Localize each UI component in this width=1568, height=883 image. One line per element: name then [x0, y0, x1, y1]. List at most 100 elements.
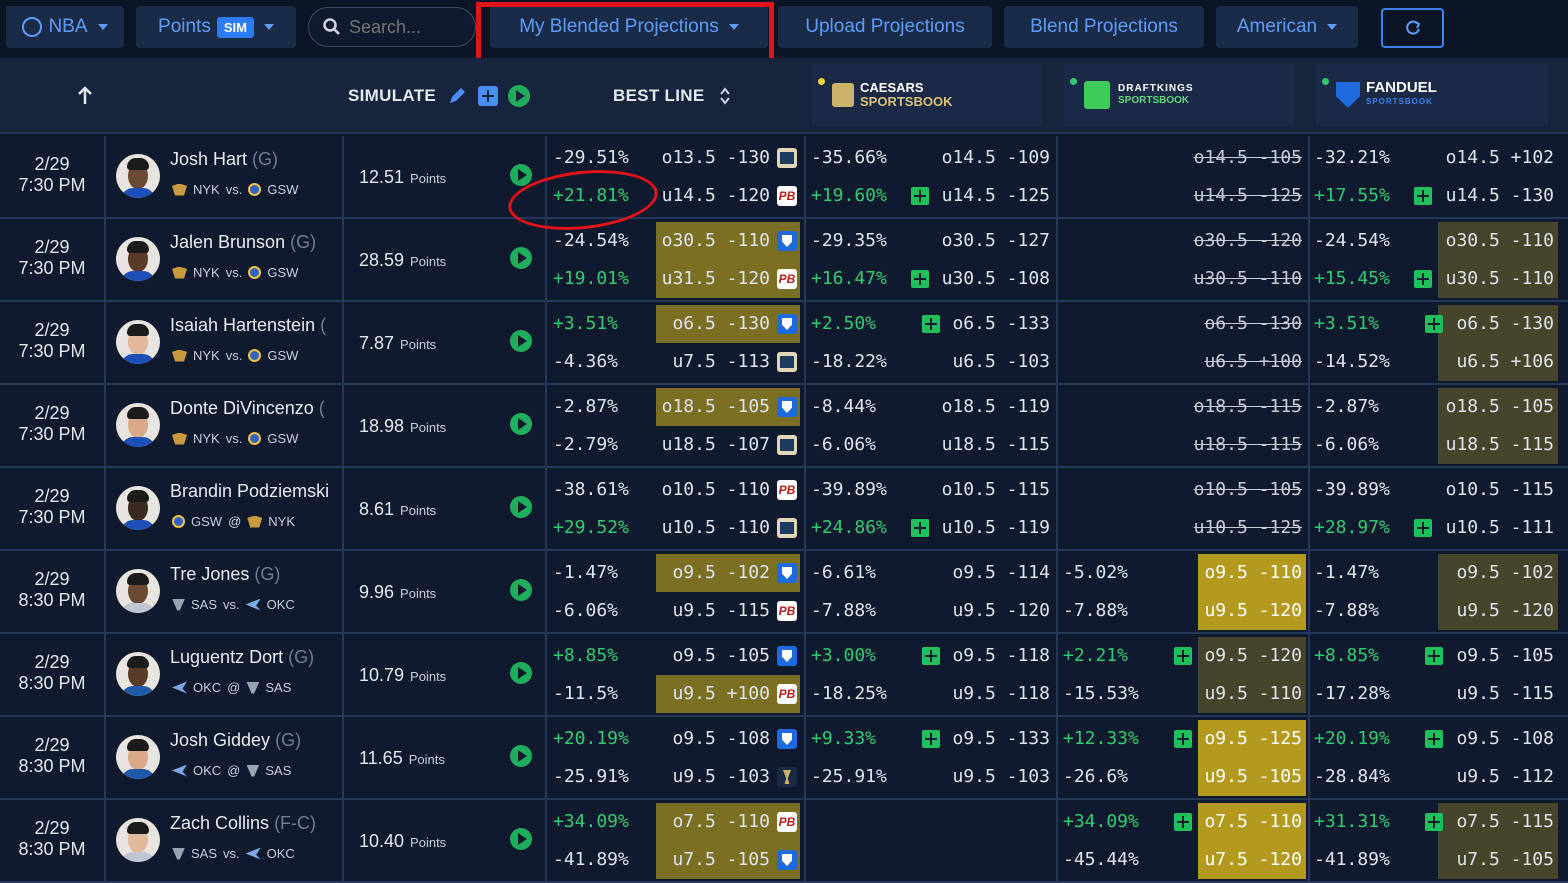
best-under-line[interactable]: u9.5 +100: [620, 675, 770, 713]
fd-over-line[interactable]: o10.5 -115: [1408, 471, 1554, 509]
add-bet-icon[interactable]: [1425, 813, 1443, 831]
play-icon[interactable]: [510, 247, 532, 269]
best-under-edge[interactable]: -2.79%: [553, 426, 618, 464]
fd-over-edge[interactable]: +3.51%: [1314, 305, 1379, 343]
cz-under-edge[interactable]: +19.60%: [811, 177, 887, 215]
cz-under-line[interactable]: u9.5 -103: [900, 758, 1050, 796]
best-under-edge[interactable]: +29.52%: [553, 509, 629, 547]
odds-format-dropdown[interactable]: American: [1216, 6, 1358, 48]
cz-over-edge[interactable]: +3.00%: [811, 637, 876, 675]
dk-under-edge[interactable]: -26.6%: [1063, 758, 1128, 796]
best-over-line[interactable]: o30.5 -110: [620, 222, 770, 260]
fd-under-edge[interactable]: -28.84%: [1314, 758, 1390, 796]
dk-under-line[interactable]: u10.5 -125: [1156, 509, 1302, 547]
fd-under-edge[interactable]: +15.45%: [1314, 260, 1390, 298]
cz-under-line[interactable]: u9.5 -120: [900, 592, 1050, 630]
best-over-line[interactable]: o18.5 -105: [620, 388, 770, 426]
dk-over-edge[interactable]: +34.09%: [1063, 803, 1139, 841]
cz-over-edge[interactable]: -6.61%: [811, 554, 876, 592]
cz-under-line[interactable]: u18.5 -115: [900, 426, 1050, 464]
player-name[interactable]: Isaiah Hartenstein (: [170, 315, 326, 336]
fd-over-edge[interactable]: -24.54%: [1314, 222, 1390, 260]
dk-under-edge[interactable]: -7.88%: [1063, 592, 1128, 630]
dk-over-line[interactable]: o30.5 -120: [1156, 222, 1302, 260]
fd-under-edge[interactable]: -41.89%: [1314, 841, 1390, 879]
best-under-line[interactable]: u7.5 -113: [620, 343, 770, 381]
draftkings-header[interactable]: DRAFTKINGS SPORTSBOOK: [1064, 64, 1294, 126]
best-over-edge[interactable]: +20.19%: [553, 720, 629, 758]
best-over-line[interactable]: o9.5 -102: [620, 554, 770, 592]
best-over-line[interactable]: o9.5 -105: [620, 637, 770, 675]
best-over-line[interactable]: o10.5 -110: [620, 471, 770, 509]
dk-under-line[interactable]: u6.5 +100: [1156, 343, 1302, 381]
fd-under-line[interactable]: u9.5 -115: [1408, 675, 1554, 713]
add-bet-icon[interactable]: [1425, 647, 1443, 665]
cz-under-edge[interactable]: -6.06%: [811, 426, 876, 464]
add-icon[interactable]: [478, 86, 499, 106]
best-over-edge[interactable]: +8.85%: [553, 637, 618, 675]
best-under-edge[interactable]: +19.01%: [553, 260, 629, 298]
fd-over-edge[interactable]: -2.87%: [1314, 388, 1379, 426]
add-bet-icon[interactable]: [911, 187, 929, 205]
upload-projections-button[interactable]: Upload Projections: [778, 6, 992, 48]
fd-over-edge[interactable]: -32.21%: [1314, 139, 1390, 177]
dk-under-line[interactable]: u9.5 -110: [1156, 675, 1302, 713]
best-under-line[interactable]: u9.5 -103: [620, 758, 770, 796]
player-name[interactable]: Zach Collins (F-C): [170, 813, 316, 834]
sort-arrow-up-icon[interactable]: [76, 58, 94, 134]
play-icon[interactable]: [510, 828, 532, 850]
cz-under-edge[interactable]: -18.25%: [811, 675, 887, 713]
fd-over-line[interactable]: o18.5 -105: [1408, 388, 1554, 426]
dk-over-line[interactable]: o14.5 -105: [1156, 139, 1302, 177]
best-under-edge[interactable]: -41.89%: [553, 841, 629, 879]
cz-under-line[interactable]: u6.5 -103: [900, 343, 1050, 381]
add-bet-icon[interactable]: [1174, 647, 1192, 665]
market-dropdown[interactable]: Points SIM: [136, 6, 296, 48]
cz-over-edge[interactable]: +9.33%: [811, 720, 876, 758]
add-bet-icon[interactable]: [1414, 519, 1432, 537]
cz-over-line[interactable]: o18.5 -119: [900, 388, 1050, 426]
best-under-line[interactable]: u7.5 -105: [620, 841, 770, 879]
best-over-line[interactable]: o7.5 -110: [620, 803, 770, 841]
best-under-line[interactable]: u9.5 -115: [620, 592, 770, 630]
play-icon[interactable]: [510, 579, 532, 601]
player-name[interactable]: Donte DiVincenzo (: [170, 398, 325, 419]
add-bet-icon[interactable]: [1174, 813, 1192, 831]
play-icon[interactable]: [510, 164, 532, 186]
search-box[interactable]: [308, 7, 476, 47]
play-icon[interactable]: [510, 662, 532, 684]
cz-under-edge[interactable]: -18.22%: [811, 343, 887, 381]
dk-over-line[interactable]: o10.5 -105: [1156, 471, 1302, 509]
play-icon[interactable]: [510, 413, 532, 435]
best-over-edge[interactable]: -38.61%: [553, 471, 629, 509]
play-icon[interactable]: [510, 330, 532, 352]
best-line-header[interactable]: BEST LINE: [613, 58, 731, 134]
league-dropdown[interactable]: NBA: [6, 6, 124, 48]
best-under-line[interactable]: u10.5 -110: [620, 509, 770, 547]
dk-under-line[interactable]: u18.5 -115: [1156, 426, 1302, 464]
caesars-header[interactable]: CAESARS SPORTSBOOK: [812, 64, 1042, 126]
dk-under-line[interactable]: u7.5 -120: [1156, 841, 1302, 879]
refresh-button[interactable]: [1381, 8, 1444, 48]
cz-over-line[interactable]: o9.5 -114: [900, 554, 1050, 592]
cz-over-edge[interactable]: +2.50%: [811, 305, 876, 343]
cz-under-edge[interactable]: +24.86%: [811, 509, 887, 547]
best-under-edge[interactable]: -11.5%: [553, 675, 618, 713]
cz-over-line[interactable]: o14.5 -109: [900, 139, 1050, 177]
dk-over-edge[interactable]: +2.21%: [1063, 637, 1128, 675]
play-icon[interactable]: [510, 745, 532, 767]
dk-over-line[interactable]: o6.5 -130: [1156, 305, 1302, 343]
dk-over-line[interactable]: o9.5 -110: [1156, 554, 1302, 592]
player-name[interactable]: Tre Jones (G): [170, 564, 280, 585]
pencil-icon[interactable]: [446, 85, 468, 107]
best-under-edge[interactable]: -4.36%: [553, 343, 618, 381]
fd-under-edge[interactable]: -6.06%: [1314, 426, 1379, 464]
best-under-line[interactable]: u18.5 -107: [620, 426, 770, 464]
play-icon[interactable]: [510, 496, 532, 518]
fd-under-line[interactable]: u18.5 -115: [1408, 426, 1554, 464]
best-under-edge[interactable]: -6.06%: [553, 592, 618, 630]
cz-over-edge[interactable]: -8.44%: [811, 388, 876, 426]
blend-projections-button[interactable]: Blend Projections: [1004, 6, 1204, 48]
cz-under-edge[interactable]: +16.47%: [811, 260, 887, 298]
fd-under-edge[interactable]: -7.88%: [1314, 592, 1379, 630]
